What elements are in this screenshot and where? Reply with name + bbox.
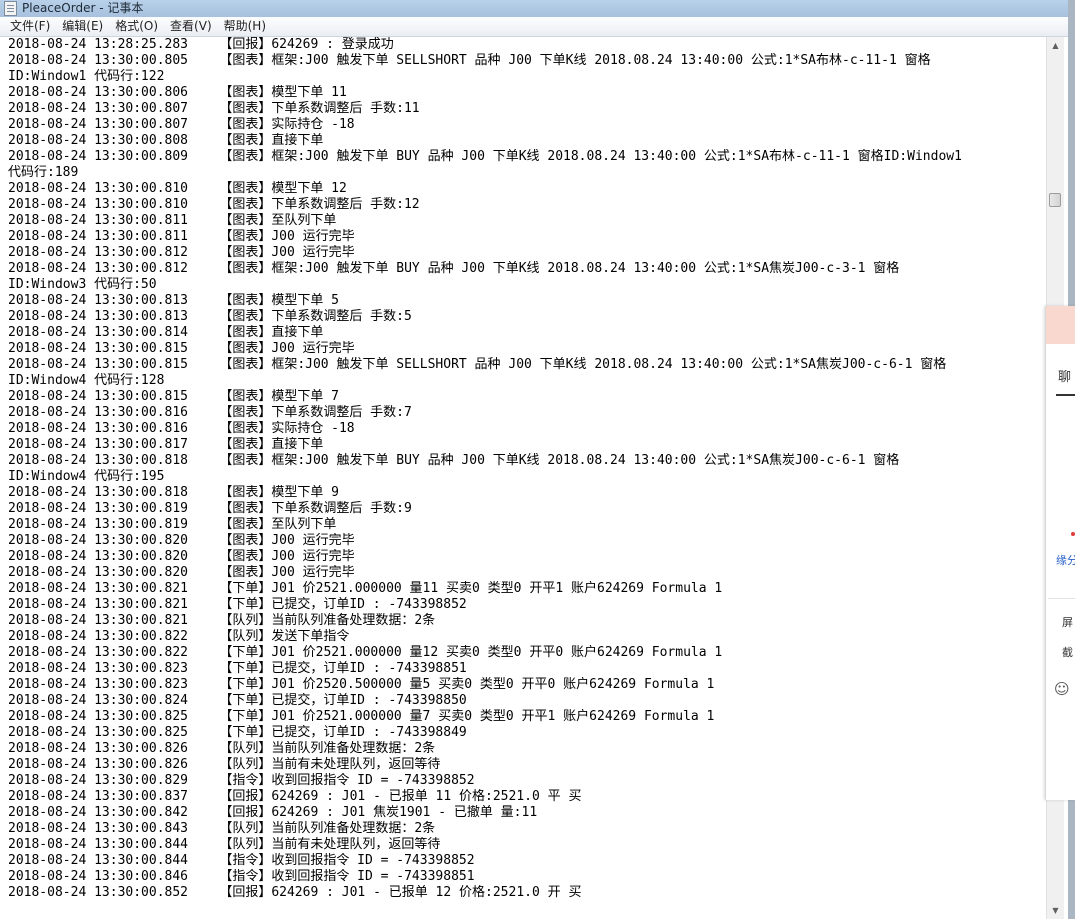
text-line: ID:Window3 代码行:50 (8, 277, 157, 292)
text-line: ID:Window4 代码行:128 (8, 373, 165, 388)
text-line: 2018-08-24 13:30:00.821 【下单】已提交，订单ID : -… (8, 597, 467, 612)
text-line: 2018-08-24 13:30:00.811 【图表】至队列下单 (8, 213, 337, 228)
text-line: 2018-08-24 13:30:00.815 【图表】模型下单 7 (8, 389, 339, 404)
text-line: 2018-08-24 13:30:00.823 【下单】已提交，订单ID : -… (8, 661, 467, 676)
text-line: 2018-08-24 13:30:00.805 【图表】框架:J00 触发下单 … (8, 53, 931, 68)
text-line: 2018-08-24 13:30:00.826 【队列】当前队列准备处理数据：2… (8, 741, 436, 756)
text-line: ID:Window4 代码行:195 (8, 469, 165, 484)
scroll-thumb[interactable] (1049, 193, 1061, 207)
text-line: 2018-08-24 13:30:00.852 【回报】624269 : J01… (8, 885, 582, 900)
text-line: 2018-08-24 13:30:00.842 【回报】624269 : J01… (8, 805, 538, 820)
text-line: 2018-08-24 13:30:00.837 【回报】624269 : J01… (8, 789, 582, 804)
menu-bar: 文件(F) 编辑(E) 格式(O) 查看(V) 帮助(H) (0, 17, 1068, 37)
side-panel-header (1046, 306, 1075, 344)
window-title: PleaceOrder - 记事本 (22, 1, 144, 15)
text-line: 2018-08-24 13:30:00.846 【指令】收到回报指令 ID = … (8, 869, 475, 884)
text-line: 2018-08-24 13:30:00.813 【图表】下单系数调整后 手数:5 (8, 309, 412, 324)
text-line: 2018-08-24 13:30:00.815 【图表】J00 运行完毕 (8, 341, 355, 356)
text-line: 2018-08-24 13:28:25.283 【回报】624269 : 登录成… (8, 37, 394, 52)
menu-file[interactable]: 文件(F) (0, 17, 56, 36)
chat-side-panel: 聊 缘分 屏 截 ☺ (1045, 306, 1075, 800)
text-line: 2018-08-24 13:30:00.823 【下单】J01 价2520.50… (8, 677, 715, 692)
text-line: 2018-08-24 13:30:00.821 【队列】当前队列准备处理数据：2… (8, 613, 436, 628)
text-line: 2018-08-24 13:30:00.822 【队列】发送下单指令 (8, 629, 350, 644)
text-line: 2018-08-24 13:30:00.815 【图表】框架:J00 触发下单 … (8, 357, 947, 372)
text-line: 2018-08-24 13:30:00.819 【图表】至队列下单 (8, 517, 337, 532)
text-line: 2018-08-24 13:30:00.843 【队列】当前队列准备处理数据：2… (8, 821, 436, 836)
text-line: 2018-08-24 13:30:00.814 【图表】直接下单 (8, 325, 324, 340)
text-line: 2018-08-24 13:30:00.820 【图表】J00 运行完毕 (8, 549, 355, 564)
notepad-icon (4, 1, 17, 16)
text-line: 2018-08-24 13:30:00.808 【图表】直接下单 (8, 133, 324, 148)
smiley-icon[interactable]: ☺ (1054, 680, 1070, 698)
side-panel-link[interactable]: 缘分 (1056, 552, 1075, 568)
side-panel-divider (1056, 394, 1075, 396)
text-line: 2018-08-24 13:30:00.810 【图表】下单系数调整后 手数:1… (8, 197, 420, 212)
text-line: 2018-08-24 13:30:00.829 【指令】收到回报指令 ID = … (8, 773, 475, 788)
menu-view[interactable]: 查看(V) (164, 17, 218, 36)
text-line: 2018-08-24 13:30:00.825 【下单】J01 价2521.00… (8, 709, 715, 724)
scroll-down-arrow-icon[interactable]: ▼ (1047, 902, 1064, 919)
text-line: ID:Window1 代码行:122 (8, 69, 165, 84)
text-line: 2018-08-24 13:30:00.819 【图表】下单系数调整后 手数:9 (8, 501, 412, 516)
text-line: 2018-08-24 13:30:00.813 【图表】模型下单 5 (8, 293, 339, 308)
text-line: 2018-08-24 13:30:00.818 【图表】模型下单 9 (8, 485, 339, 500)
text-line: 2018-08-24 13:30:00.822 【下单】J01 价2521.00… (8, 645, 723, 660)
text-line: 2018-08-24 13:30:00.821 【下单】J01 价2521.00… (8, 581, 723, 596)
text-line: 2018-08-24 13:30:00.826 【队列】当前有未处理队列，返回等… (8, 757, 441, 772)
text-line: 2018-08-24 13:30:00.811 【图表】J00 运行完毕 (8, 229, 355, 244)
text-line: 2018-08-24 13:30:00.844 【指令】收到回报指令 ID = … (8, 853, 475, 868)
text-line: 2018-08-24 13:30:00.817 【图表】直接下单 (8, 437, 324, 452)
screenshot-option[interactable]: 屏 (1062, 614, 1073, 630)
side-panel-tab[interactable]: 聊 (1058, 366, 1071, 385)
text-line: 2018-08-24 13:30:00.806 【图表】模型下单 11 (8, 85, 347, 100)
text-line: 2018-08-24 13:30:00.818 【图表】框架:J00 触发下单 … (8, 453, 900, 468)
menu-format[interactable]: 格式(O) (109, 17, 164, 36)
scroll-up-arrow-icon[interactable]: ▲ (1047, 37, 1064, 54)
text-editor-area[interactable]: 2018-08-24 13:28:25.283 【回报】624269 : 登录成… (0, 37, 1046, 919)
menu-help[interactable]: 帮助(H) (218, 17, 272, 36)
text-line: 2018-08-24 13:30:00.820 【图表】J00 运行完毕 (8, 565, 355, 580)
text-line: 2018-08-24 13:30:00.820 【图表】J00 运行完毕 (8, 533, 355, 548)
title-bar[interactable]: PleaceOrder - 记事本 (0, 0, 1068, 18)
text-line: 2018-08-24 13:30:00.816 【图表】实际持仓 -18 (8, 421, 355, 436)
notification-dot (1071, 532, 1075, 536)
side-panel-separator (1048, 598, 1075, 599)
notepad-window: PleaceOrder - 记事本 文件(F) 编辑(E) 格式(O) 查看(V… (0, 0, 1069, 919)
text-line: 2018-08-24 13:30:00.825 【下单】已提交，订单ID : -… (8, 725, 467, 740)
text-line: 2018-08-24 13:30:00.844 【队列】当前有未处理队列，返回等… (8, 837, 441, 852)
menu-edit[interactable]: 编辑(E) (56, 17, 109, 36)
text-line: 2018-08-24 13:30:00.816 【图表】下单系数调整后 手数:7 (8, 405, 412, 420)
text-line: 2018-08-24 13:30:00.807 【图表】实际持仓 -18 (8, 117, 355, 132)
text-line: 代码行:189 (8, 165, 79, 180)
text-line: 2018-08-24 13:30:00.812 【图表】框架:J00 触发下单 … (8, 261, 900, 276)
capture-option[interactable]: 截 (1062, 644, 1073, 660)
text-line: 2018-08-24 13:30:00.809 【图表】框架:J00 触发下单 … (8, 149, 962, 164)
text-line: 2018-08-24 13:30:00.807 【图表】下单系数调整后 手数:1… (8, 101, 420, 116)
text-line: 2018-08-24 13:30:00.810 【图表】模型下单 12 (8, 181, 347, 196)
text-line: 2018-08-24 13:30:00.824 【下单】已提交，订单ID : -… (8, 693, 467, 708)
text-line: 2018-08-24 13:30:00.812 【图表】J00 运行完毕 (8, 245, 355, 260)
